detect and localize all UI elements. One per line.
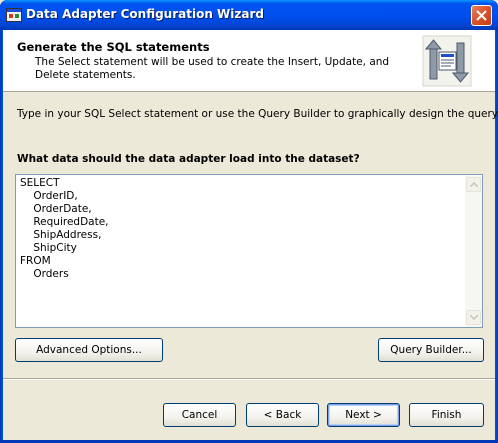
separator — [3, 378, 495, 380]
sql-text[interactable]: SELECT OrderID, OrderDate, RequiredDate,… — [20, 177, 109, 281]
instruction-text: Type in your SQL Select statement or use… — [17, 108, 498, 120]
header-description: The Select statement will be used to cre… — [35, 56, 390, 81]
next-button[interactable]: Next > — [327, 403, 400, 427]
back-button[interactable]: < Back — [246, 403, 319, 427]
close-icon — [476, 10, 487, 21]
query-builder-button[interactable]: Query Builder... — [378, 338, 484, 362]
advanced-options-button[interactable]: Advanced Options... — [15, 338, 163, 362]
title-bar[interactable]: Data Adapter Configuration Wizard — [0, 0, 498, 30]
dialog-client-area: Generate the SQL statements The Select s… — [3, 30, 498, 440]
finish-button[interactable]: Finish — [409, 403, 484, 427]
chevron-up-icon — [470, 182, 478, 187]
app-icon — [6, 7, 22, 23]
vertical-scrollbar[interactable] — [465, 176, 482, 327]
wizard-header: Generate the SQL statements The Select s… — [3, 30, 495, 92]
chevron-down-icon — [470, 315, 478, 320]
header-title: Generate the SQL statements — [17, 40, 210, 54]
window-title: Data Adapter Configuration Wizard — [26, 7, 264, 21]
scroll-up-button[interactable] — [466, 177, 481, 192]
scroll-down-button[interactable] — [466, 310, 481, 325]
data-adapter-arrows-icon — [422, 35, 472, 87]
sql-textarea[interactable]: SELECT OrderID, OrderDate, RequiredDate,… — [15, 174, 483, 328]
cancel-button[interactable]: Cancel — [163, 403, 236, 427]
question-label: What data should the data adapter load i… — [17, 153, 360, 165]
close-button[interactable] — [471, 5, 492, 26]
